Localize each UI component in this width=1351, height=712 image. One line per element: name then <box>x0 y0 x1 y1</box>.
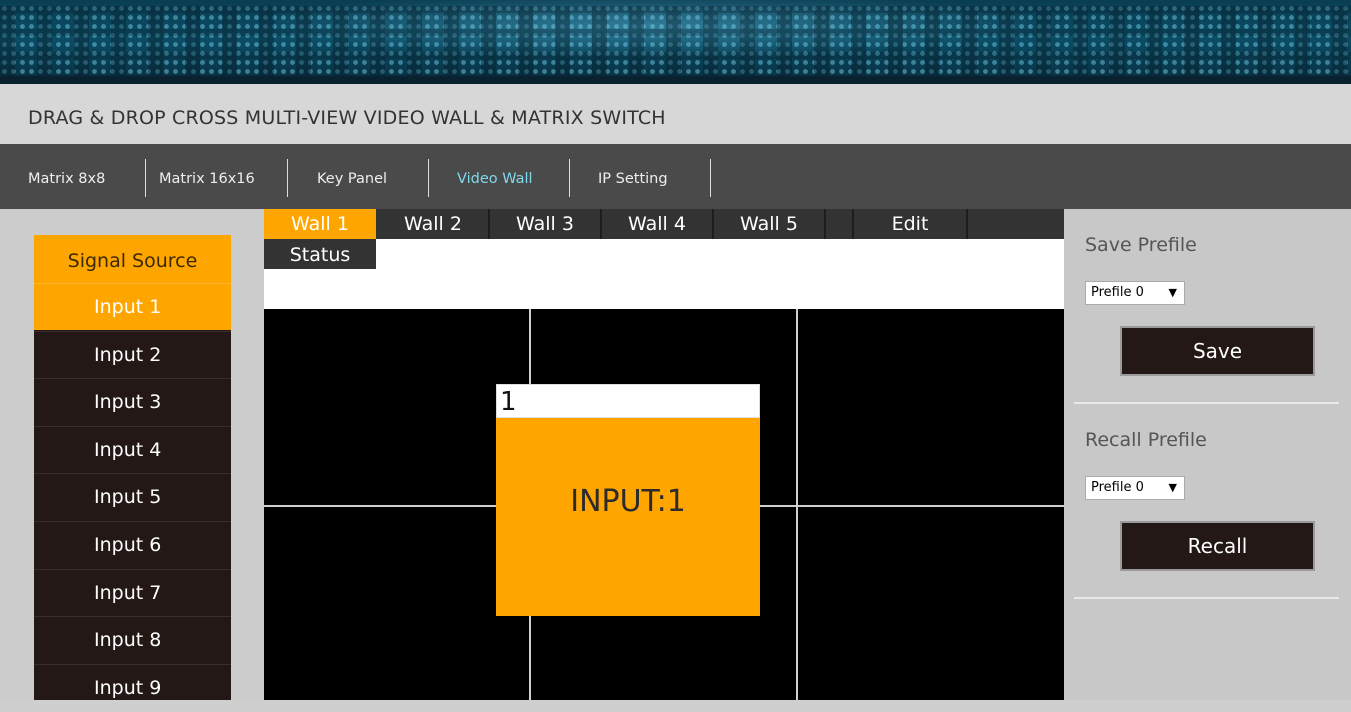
nav-separator <box>710 159 711 197</box>
panel-divider <box>1074 597 1339 599</box>
save-prefile-label: Save Prefile <box>1085 234 1197 256</box>
signal-input-7[interactable]: Input 7 <box>34 569 231 616</box>
signal-input-2[interactable]: Input 2 <box>34 331 231 378</box>
tab-wall-5[interactable]: Wall 5 <box>714 209 824 239</box>
nav-separator <box>287 159 288 197</box>
signal-source-header: Signal Source <box>34 235 231 283</box>
top-nav: Matrix 8x8 Matrix 16x16 Key Panel Video … <box>0 144 1351 209</box>
tab-wall-4[interactable]: Wall 4 <box>602 209 712 239</box>
edit-button[interactable]: Edit <box>854 209 966 239</box>
tab-separator <box>966 209 968 239</box>
tab-wall-1[interactable]: Wall 1 <box>264 209 376 239</box>
header-banner <box>0 0 1351 84</box>
save-prefile-value: Prefile 0 <box>1091 285 1144 300</box>
signal-source-list: Signal Source Input 1 Input 2 Input 3 In… <box>34 235 231 700</box>
status-bar <box>264 239 1064 309</box>
status-button[interactable]: Status <box>264 239 376 269</box>
caret-down-icon: ▼ <box>1168 286 1177 299</box>
nav-separator <box>569 159 570 197</box>
nav-item-ip-setting[interactable]: IP Setting <box>598 144 668 209</box>
video-window-title[interactable]: 1 <box>496 384 760 418</box>
panel-divider <box>1074 402 1339 404</box>
signal-input-6[interactable]: Input 6 <box>34 521 231 568</box>
banner-pattern-overlay <box>0 6 1351 76</box>
signal-input-3[interactable]: Input 3 <box>34 378 231 425</box>
nav-separator <box>145 159 146 197</box>
save-button[interactable]: Save <box>1120 326 1315 376</box>
signal-input-1[interactable]: Input 1 <box>34 283 231 330</box>
save-prefile-select[interactable]: Prefile 0 ▼ <box>1085 281 1185 305</box>
nav-item-video-wall[interactable]: Video Wall <box>457 144 533 209</box>
nav-item-key-panel[interactable]: Key Panel <box>317 144 387 209</box>
recall-prefile-select[interactable]: Prefile 0 ▼ <box>1085 476 1185 500</box>
recall-button[interactable]: Recall <box>1120 521 1315 571</box>
signal-input-8[interactable]: Input 8 <box>34 616 231 663</box>
tab-separator <box>824 209 826 239</box>
signal-input-9[interactable]: Input 9 <box>34 664 231 711</box>
nav-item-matrix-16x16[interactable]: Matrix 16x16 <box>159 144 255 209</box>
nav-separator <box>428 159 429 197</box>
recall-prefile-value: Prefile 0 <box>1091 480 1144 495</box>
nav-item-matrix-8x8[interactable]: Matrix 8x8 <box>28 144 105 209</box>
video-window-label: INPUT:1 <box>570 484 686 519</box>
video-window-input-1[interactable]: 1 INPUT:1 <box>496 384 760 616</box>
signal-input-5[interactable]: Input 5 <box>34 473 231 520</box>
tab-wall-2[interactable]: Wall 2 <box>378 209 488 239</box>
wall-tab-bar: Wall 1 Wall 2 Wall 3 Wall 4 Wall 5 Edit <box>264 209 1064 239</box>
page-title: DRAG & DROP CROSS MULTI-VIEW VIDEO WALL … <box>28 107 666 129</box>
recall-prefile-label: Recall Prefile <box>1085 429 1207 451</box>
caret-down-icon: ▼ <box>1168 481 1177 494</box>
banner-strip <box>0 76 1351 84</box>
signal-input-4[interactable]: Input 4 <box>34 426 231 473</box>
title-bar: DRAG & DROP CROSS MULTI-VIEW VIDEO WALL … <box>0 84 1351 144</box>
tab-wall-3[interactable]: Wall 3 <box>490 209 600 239</box>
